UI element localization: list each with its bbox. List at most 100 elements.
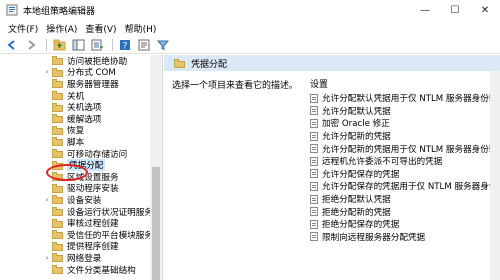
policy-editor-app-icon bbox=[6, 4, 18, 16]
export-list-icon[interactable] bbox=[89, 37, 105, 53]
setting-row[interactable]: 允许分配默认凭据 bbox=[310, 105, 500, 118]
folder-icon bbox=[52, 149, 63, 159]
tree-item-label: 受信任的平台模块服务 bbox=[67, 230, 153, 241]
setting-label: 拒绝分配新的凭据 bbox=[322, 207, 391, 218]
tree-item-label: 服务器管理器 bbox=[67, 79, 119, 90]
title-bar: 本地组策略编辑器 — ☐ ✕ bbox=[0, 0, 500, 20]
tree-item[interactable]: 脚本 bbox=[0, 136, 84, 148]
menu-view[interactable]: 查看(V) bbox=[81, 22, 120, 35]
tree-scrollbar-thumb[interactable] bbox=[152, 167, 160, 280]
tree-item[interactable]: 设备运行状况证明服务 bbox=[0, 206, 153, 218]
menu-help[interactable]: 帮助(H) bbox=[121, 22, 161, 35]
tree-item[interactable]: 审核过程创建 bbox=[0, 217, 119, 229]
close-button[interactable]: ✕ bbox=[470, 0, 500, 20]
folder-icon bbox=[52, 230, 63, 240]
settings-column-header[interactable]: 设置 bbox=[310, 77, 500, 90]
forward-icon[interactable] bbox=[23, 37, 39, 53]
tree-item[interactable]: 缓解选项 bbox=[0, 113, 101, 125]
tree-item[interactable]: › 设备安装 bbox=[0, 194, 101, 206]
back-icon[interactable] bbox=[4, 37, 20, 53]
settings-pane: 凭据分配 选择一个项目来查看它的描述。 设置 允许分配默认凭据用于仅 NTLM … bbox=[164, 55, 500, 280]
tree-item[interactable]: 关机 bbox=[0, 90, 84, 102]
folder-icon bbox=[52, 56, 63, 66]
setting-row[interactable]: 允许分配新的凭据 bbox=[310, 130, 500, 143]
pane-header-title: 凭据分配 bbox=[191, 59, 228, 70]
tree-item-label: 分布式 COM bbox=[67, 68, 116, 79]
tree-scrollbar[interactable] bbox=[150, 55, 162, 280]
setting-row[interactable]: 允许分配新的凭据用于仅 NTLM 服务器身份验证 bbox=[310, 142, 500, 155]
folder-icon bbox=[52, 102, 63, 112]
tree-item-label: 缓解选项 bbox=[67, 114, 102, 125]
folder-icon bbox=[52, 207, 63, 217]
tree-item-label: 文件分类基础结构 bbox=[67, 265, 136, 276]
setting-label: 允许分配保存的凭据用于仅 NTLM 服务器身份验证 bbox=[322, 182, 500, 193]
description-text: 选择一个项目来查看它的描述。 bbox=[172, 81, 299, 91]
policy-setting-icon bbox=[310, 169, 318, 179]
tree-item-label: 设备安装 bbox=[67, 195, 102, 206]
toolbar-separator bbox=[112, 38, 113, 51]
tree-item-label: 关机选项 bbox=[67, 103, 102, 114]
tree-item[interactable]: 文件分类基础结构 bbox=[0, 264, 136, 276]
maximize-button[interactable]: ☐ bbox=[440, 0, 470, 20]
expand-arrow-icon[interactable]: › bbox=[42, 68, 52, 76]
policy-setting-icon bbox=[310, 181, 318, 191]
tree-item-label: 设备运行状况证明服务 bbox=[67, 207, 153, 218]
toolbar: ? bbox=[0, 36, 500, 54]
toolbar-separator bbox=[46, 38, 47, 51]
tree-item[interactable]: 驱动程序安装 bbox=[0, 183, 119, 195]
tree-item-label: 网络登录 bbox=[67, 253, 102, 264]
minimize-button[interactable]: — bbox=[410, 0, 440, 20]
setting-row[interactable]: 远程机允许委派不可导出的凭据 bbox=[310, 155, 500, 168]
tree-item-label: 脚本 bbox=[67, 137, 85, 148]
setting-row[interactable]: 拒绝分配默认凭据 bbox=[310, 193, 500, 206]
window-title: 本地组策略编辑器 bbox=[23, 6, 96, 17]
tree-item-label: 访问被拒绝协助 bbox=[67, 56, 128, 67]
help-icon[interactable]: ? bbox=[117, 37, 133, 53]
tree-item-label: 驱动程序安装 bbox=[67, 184, 119, 195]
policy-setting-icon bbox=[310, 156, 318, 166]
show-hide-tree-icon[interactable] bbox=[70, 37, 86, 53]
folder-icon bbox=[52, 125, 63, 135]
tree-item[interactable]: 可移动存储访问 bbox=[0, 148, 127, 160]
setting-row[interactable]: 拒绝分配新的凭据 bbox=[310, 205, 500, 218]
tree-item-label: 恢复 bbox=[67, 126, 85, 137]
policy-tree: 访问被拒绝协助 › 分布式 COM 服务器管理器 关机 关机选项 缓解选项 恢复 … bbox=[0, 55, 163, 280]
properties-icon[interactable] bbox=[136, 37, 152, 53]
settings-scrollbar[interactable] bbox=[490, 71, 500, 280]
policy-setting-icon bbox=[310, 194, 318, 204]
setting-row[interactable]: 加密 Oracle 修正 bbox=[310, 117, 500, 130]
folder-icon bbox=[52, 218, 63, 228]
menu-file[interactable]: 文件(F) bbox=[4, 22, 42, 35]
pane-header: 凭据分配 bbox=[164, 55, 500, 71]
folder-icon bbox=[52, 91, 63, 101]
filter-icon[interactable] bbox=[155, 37, 171, 53]
tree-item[interactable]: 恢复 bbox=[0, 125, 85, 137]
folder-icon bbox=[52, 253, 63, 263]
tree-item[interactable]: 关机选项 bbox=[0, 101, 101, 113]
tree-item[interactable]: › 网络登录 bbox=[0, 252, 101, 264]
tree-item[interactable]: 受信任的平台模块服务 bbox=[0, 229, 153, 241]
folder-icon bbox=[174, 58, 185, 68]
menu-action[interactable]: 操作(A) bbox=[42, 22, 81, 35]
setting-row[interactable]: 允许分配默认凭据用于仅 NTLM 服务器身份验证 bbox=[310, 92, 500, 105]
settings-list: 设置 允许分配默认凭据用于仅 NTLM 服务器身份验证 允许分配默认凭据 加密 … bbox=[310, 77, 500, 243]
tree-item-label: 提供程序创建 bbox=[67, 242, 119, 253]
setting-row[interactable]: 允许分配保存的凭据用于仅 NTLM 服务器身份验证 bbox=[310, 180, 500, 193]
folder-icon bbox=[52, 183, 63, 193]
policy-setting-icon bbox=[310, 131, 318, 141]
setting-label: 允许分配新的凭据用于仅 NTLM 服务器身份验证 bbox=[322, 144, 500, 155]
expand-arrow-icon[interactable]: › bbox=[42, 254, 52, 262]
tree-item-label: 审核过程创建 bbox=[67, 219, 119, 230]
setting-row[interactable]: 允许分配保存的凭据 bbox=[310, 168, 500, 181]
folder-icon bbox=[52, 67, 63, 77]
tree-item[interactable]: › 分布式 COM bbox=[0, 67, 116, 79]
folder-up-icon[interactable] bbox=[51, 37, 67, 53]
setting-label: 拒绝分配默认凭据 bbox=[322, 195, 391, 206]
tree-item[interactable]: 提供程序创建 bbox=[0, 241, 119, 253]
folder-icon bbox=[52, 265, 63, 275]
tree-item[interactable]: 访问被拒绝协助 bbox=[0, 55, 127, 67]
tree-item[interactable]: 服务器管理器 bbox=[0, 78, 119, 90]
expand-arrow-icon[interactable]: › bbox=[42, 196, 52, 204]
setting-row[interactable]: 限制向远程服务器分配凭据 bbox=[310, 231, 500, 244]
setting-row[interactable]: 拒绝分配保存的凭据 bbox=[310, 218, 500, 231]
